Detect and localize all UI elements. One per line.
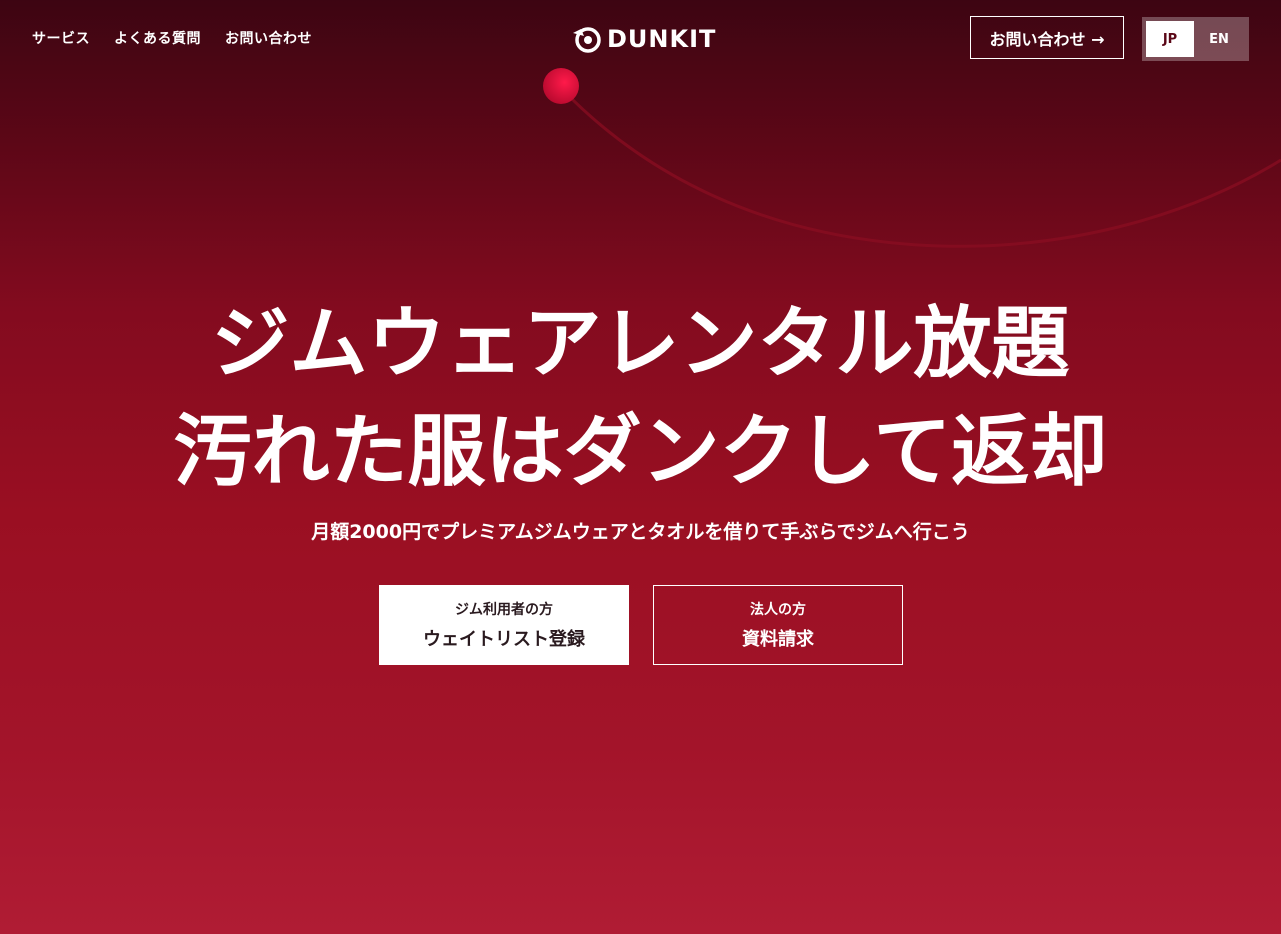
language-switcher: JP EN — [1142, 17, 1249, 61]
request-materials-button[interactable]: 法人の方 資料請求 — [653, 585, 903, 665]
lang-option-en[interactable]: EN — [1195, 21, 1243, 57]
nav-link-contact[interactable]: お問い合わせ — [225, 28, 312, 48]
main-nav: サービス よくある質問 お問い合わせ — [32, 28, 312, 48]
logo-text: DUNKIT — [607, 25, 717, 53]
waitlist-button-label: ウェイトリスト登録 — [423, 629, 585, 650]
request-materials-label: 資料請求 — [742, 629, 814, 650]
waitlist-button-caption: ジム利用者の方 — [455, 602, 553, 618]
request-materials-caption: 法人の方 — [750, 602, 806, 618]
waitlist-button[interactable]: ジム利用者の方 ウェイトリスト登録 — [379, 585, 629, 665]
contact-button[interactable]: お問い合わせ → — [970, 16, 1124, 59]
logo[interactable]: DUNKIT — [571, 24, 716, 54]
nav-link-services[interactable]: サービス — [32, 28, 90, 48]
hero-title-line-2: 汚れた服はダンクして返却 — [173, 407, 1108, 497]
hero-subtitle: 月額2000円でプレミアムジムウェアとタオルを借りて手ぶらでジムへ行こう — [311, 521, 970, 543]
dunkit-logo-icon — [573, 27, 601, 53]
hero-title-line-1: ジムウェアレンタル放題 — [211, 299, 1070, 389]
hero-title: ジムウェアレンタル放題 汚れた服はダンクして返却 — [0, 290, 1281, 506]
lang-option-jp[interactable]: JP — [1146, 21, 1194, 57]
site-header: サービス よくある質問 お問い合わせ DUNKIT お問い合わせ → JP EN — [0, 0, 1281, 78]
nav-link-faq[interactable]: よくある質問 — [114, 28, 201, 48]
